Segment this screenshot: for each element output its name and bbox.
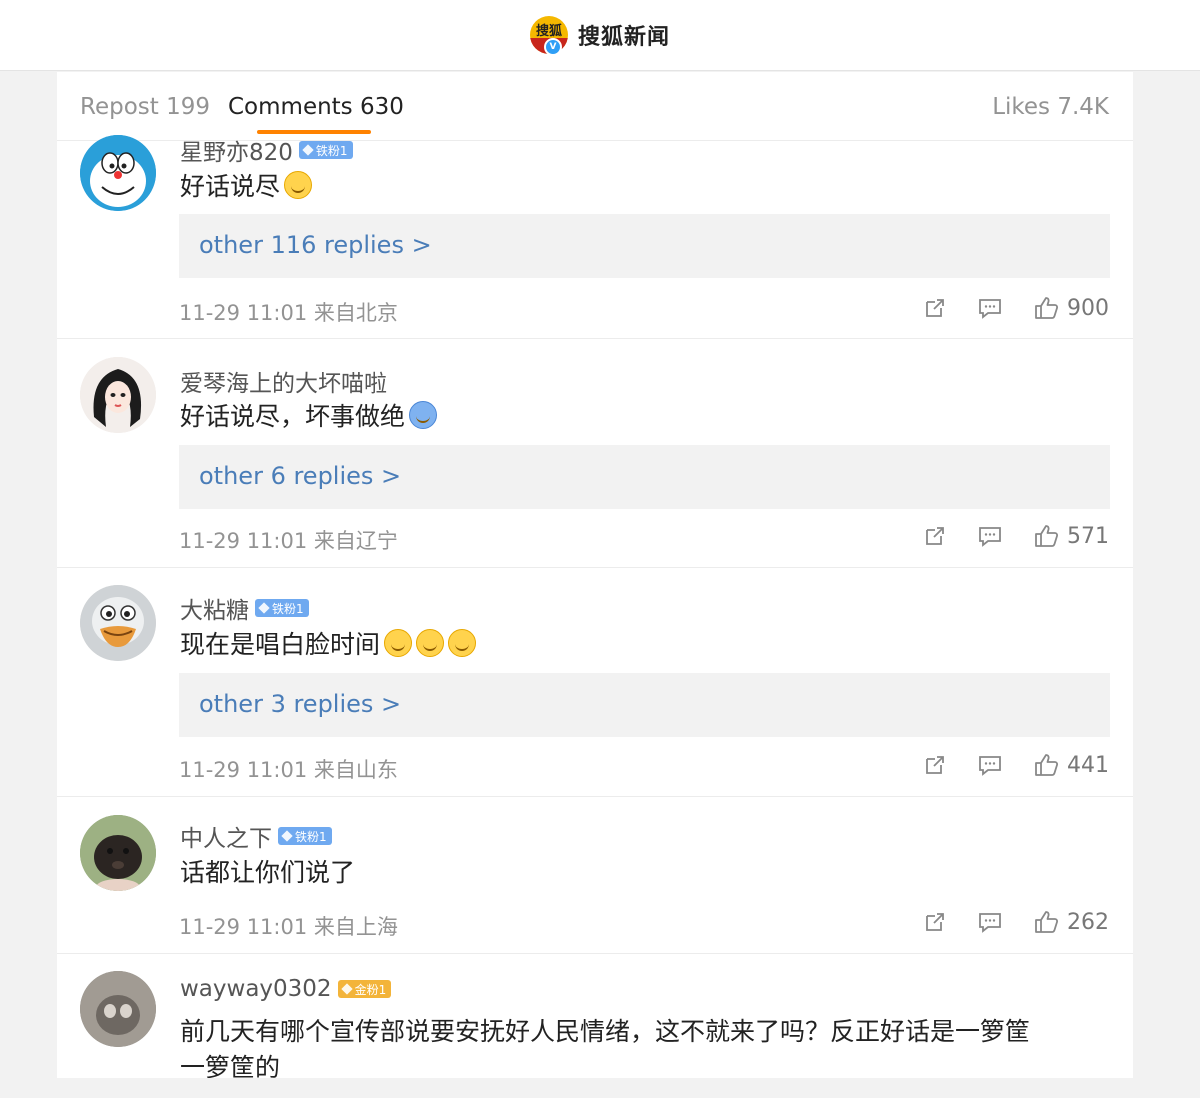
smile-emoji-icon	[384, 629, 413, 657]
replies-link[interactable]: other 3 replies >	[179, 673, 1110, 737]
username[interactable]: 星野亦820 铁粉1	[180, 133, 353, 167]
avatar[interactable]	[80, 357, 156, 433]
comment-text-line1: 前几天有哪个宣传部说要安抚好人民情绪，这不就来了吗？反正好话是一箩筐	[180, 1017, 1031, 1046]
replies-link[interactable]: other 116 replies >	[179, 214, 1110, 278]
comment-text-line2: 一箩筐的	[180, 1053, 281, 1078]
fan-badge: 铁粉1	[255, 599, 309, 617]
comment-actions: 262	[893, 909, 1109, 935]
like-button[interactable]: 262	[1033, 909, 1109, 935]
comment-meta: 11-29 11:01 来自北京	[179, 301, 398, 325]
replies-link[interactable]: other 6 replies >	[179, 445, 1110, 509]
repost-icon[interactable]	[923, 524, 947, 548]
username[interactable]: wayway0302 金粉1	[180, 976, 392, 1002]
fan-badge: 铁粉1	[298, 141, 353, 159]
comment-text: 好话说尽	[180, 167, 313, 203]
comment-meta: 11-29 11:01 来自山东	[179, 758, 398, 782]
comment-icon[interactable]	[977, 524, 1003, 548]
like-button[interactable]: 900	[1033, 295, 1109, 321]
comment-item: 中人之下 铁粉1 话都让你们说了 11-29 11:01 来自上海 262	[57, 797, 1133, 954]
username[interactable]: 爱琴海上的大坏喵啦	[180, 364, 387, 398]
comment-item: 星野亦820 铁粉1 好话说尽 other 116 replies > 11-2…	[57, 135, 1133, 339]
comment-item: 大粘糖 铁粉1 现在是唱白脸时间 other 3 replies > 11-29…	[57, 568, 1133, 797]
comment-item: wayway0302 金粉1 前几天有哪个宣传部说要安抚好人民情绪，这不就来了吗…	[57, 954, 1133, 1078]
comment-meta: 11-29 11:01 来自辽宁	[179, 529, 398, 553]
comment-meta: 11-29 11:01 来自上海	[179, 915, 398, 939]
repost-icon[interactable]	[923, 910, 947, 934]
comment-text: 话都让你们说了	[180, 858, 356, 887]
fan-badge: 铁粉1	[278, 827, 332, 845]
verified-icon: V	[544, 38, 562, 56]
diamond-icon	[258, 602, 270, 614]
comments-card: Repost 199 Comments 630 Likes 7.4K 星野亦82…	[57, 72, 1133, 1078]
comment-text: 现在是唱白脸时间	[180, 625, 477, 661]
comment-actions: 441	[893, 752, 1109, 778]
smile-emoji-icon	[448, 629, 477, 657]
comment-text: 好话说尽，坏事做绝	[180, 397, 438, 433]
site-name[interactable]: 搜狐新闻	[578, 19, 670, 51]
tab-likes[interactable]: Likes 7.4K	[992, 94, 1109, 120]
like-count: 441	[1067, 752, 1109, 778]
grin-emoji-icon	[284, 171, 313, 199]
smile-emoji-icon	[416, 629, 445, 657]
tab-bar: Repost 199 Comments 630 Likes 7.4K	[57, 72, 1133, 141]
like-button[interactable]: 571	[1033, 523, 1109, 549]
comment-actions: 571	[893, 523, 1109, 549]
repost-icon[interactable]	[923, 753, 947, 777]
fan-badge: 金粉1	[337, 980, 392, 998]
top-header: 搜狐 V 搜狐新闻	[0, 0, 1200, 71]
repost-icon[interactable]	[923, 296, 947, 320]
tab-comments[interactable]: Comments 630	[228, 94, 404, 120]
tab-repost[interactable]: Repost 199	[80, 94, 210, 120]
username[interactable]: 大粘糖 铁粉1	[180, 591, 309, 625]
avatar[interactable]	[80, 135, 156, 211]
comment-item: 爱琴海上的大坏喵啦 好话说尽，坏事做绝 other 6 replies > 11…	[57, 339, 1133, 568]
diamond-icon	[340, 983, 353, 995]
username[interactable]: 中人之下 铁粉1	[180, 819, 332, 853]
diamond-icon	[302, 144, 314, 156]
diamond-icon	[281, 830, 293, 842]
person-emoji-icon	[409, 401, 438, 429]
logo-text: 搜狐	[535, 23, 562, 39]
like-button[interactable]: 441	[1033, 752, 1109, 778]
avatar[interactable]	[80, 815, 156, 891]
comment-icon[interactable]	[977, 296, 1003, 320]
avatar[interactable]	[80, 971, 156, 1047]
like-count: 262	[1067, 909, 1109, 935]
like-count: 900	[1067, 295, 1109, 321]
avatar[interactable]	[80, 585, 156, 661]
comment-icon[interactable]	[977, 910, 1003, 934]
comment-actions: 900	[893, 295, 1109, 321]
comment-icon[interactable]	[977, 753, 1003, 777]
like-count: 571	[1067, 523, 1109, 549]
